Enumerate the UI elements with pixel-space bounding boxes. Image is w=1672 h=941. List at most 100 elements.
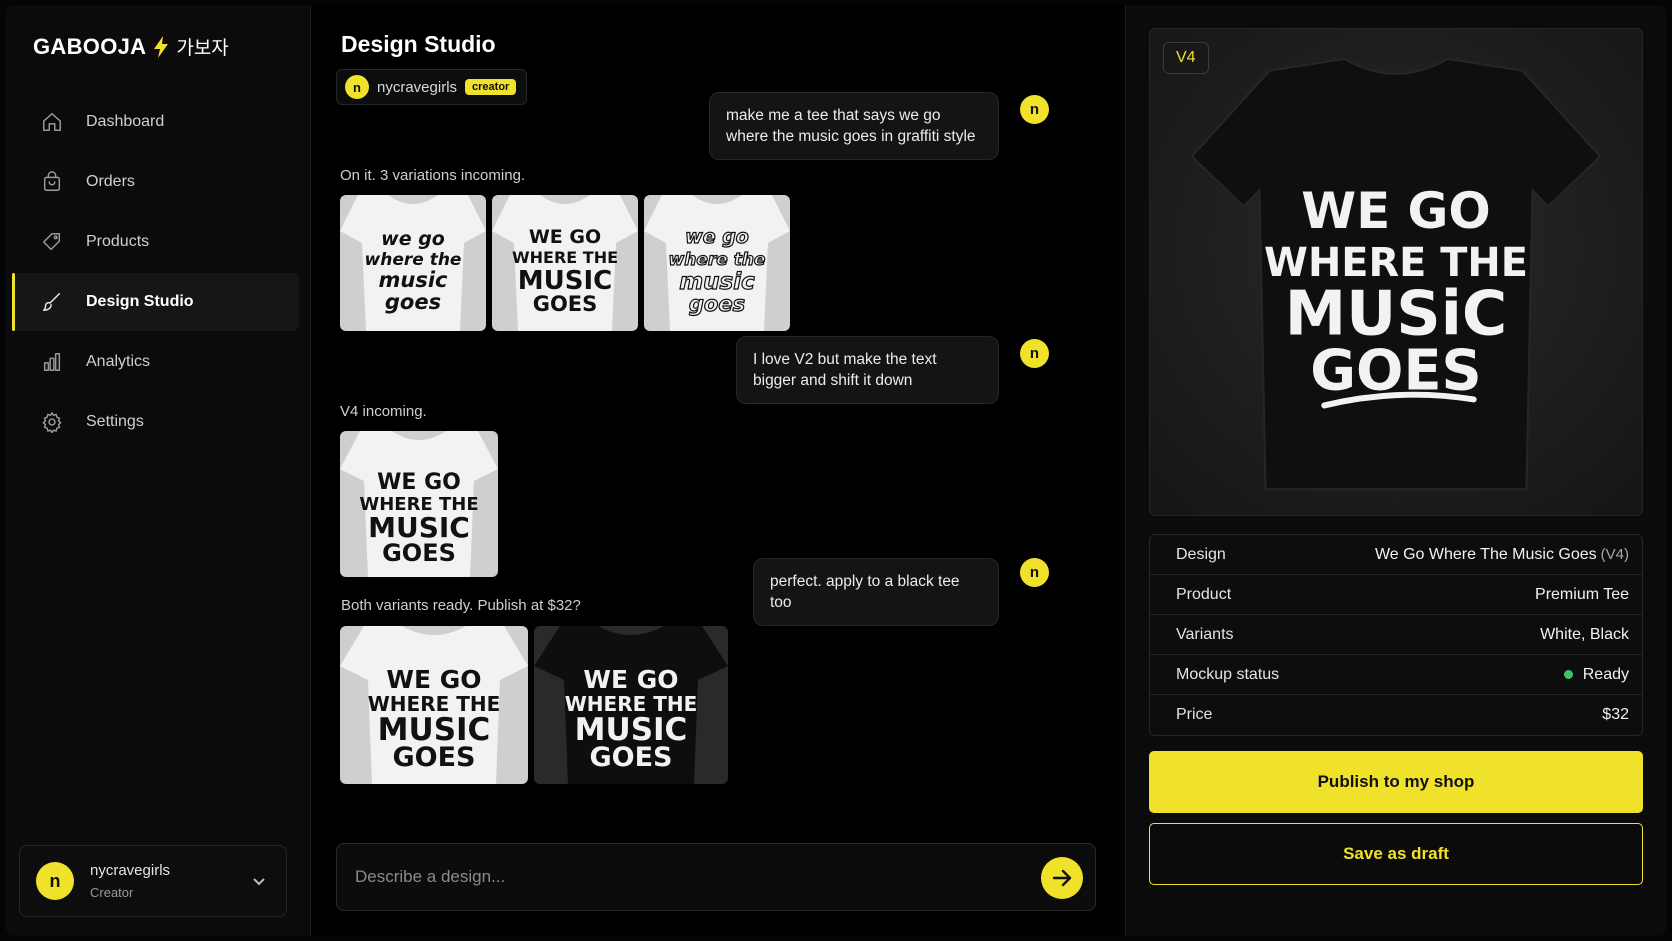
svg-text:GOES: GOES <box>589 742 672 773</box>
black-tee-image: WE GO WHERE THE MUSIC GOES <box>534 626 728 784</box>
version-badge: V4 <box>1163 42 1209 74</box>
white-tee-image: we go where the music goes <box>340 195 486 331</box>
brand-name: GABOOJA <box>33 33 147 59</box>
arrow-right-icon <box>1052 869 1072 887</box>
lightning-bolt-icon <box>154 35 169 58</box>
home-icon <box>40 110 64 134</box>
details-value: Premium Tee <box>1535 585 1629 603</box>
details-key: Price <box>1176 706 1213 723</box>
design-version: (V4) <box>1600 546 1629 563</box>
svg-text:we go: we go <box>381 228 445 250</box>
avatar: n <box>36 862 74 900</box>
sidebar-item-settings[interactable]: Settings <box>12 393 299 451</box>
sidebar-item-analytics[interactable]: Analytics <box>12 333 299 391</box>
sidebar-item-design-studio[interactable]: Design Studio <box>12 273 299 331</box>
svg-text:goes: goes <box>385 290 441 314</box>
details-key: Variants <box>1176 625 1234 643</box>
user-meta: nycravegirls Creator <box>90 862 170 900</box>
send-button[interactable] <box>1041 857 1083 899</box>
sidebar-item-label: Products <box>86 233 150 250</box>
details-row-product: Product Premium Tee <box>1150 575 1642 615</box>
avatar: n <box>1020 558 1049 587</box>
creator-name: nycravegirls <box>377 78 458 96</box>
details-value: Ready <box>1563 665 1629 684</box>
details-key: Mockup status <box>1176 665 1280 683</box>
assistant-message: On it. 3 variations incoming. <box>340 167 526 184</box>
white-tee-image: WE GO WHERE THE MUSIC GOES <box>492 195 638 331</box>
sidebar-item-products[interactable]: Products <box>12 213 299 271</box>
design-thumbnail-v2[interactable]: WE GO WHERE THE MUSIC GOES <box>492 195 638 331</box>
svg-text:WE GO: WE GO <box>583 665 678 694</box>
creator-badge: creator <box>465 79 517 95</box>
describe-design-input[interactable] <box>355 844 995 910</box>
brush-icon <box>40 290 64 314</box>
creator-chip[interactable]: n nycravegirls creator <box>336 69 528 105</box>
avatar: n <box>1020 95 1049 124</box>
svg-text:music: music <box>379 268 449 292</box>
white-tee-image: we go where the music goes <box>644 195 790 331</box>
user-message: perfect. apply to a black tee too <box>753 558 999 626</box>
sidebar: GABOOJA 가보자 Dashboard Orders Products De… <box>5 5 311 936</box>
svg-text:where the: where the <box>669 250 766 270</box>
assistant-message: V4 incoming. <box>340 403 427 420</box>
avatar: n <box>1020 339 1049 368</box>
status-badge: Ready <box>1582 665 1629 683</box>
details-row-variants: Variants White, Black <box>1150 615 1642 655</box>
black-tee-mockup-image: WE GO WHERE THE MUSiC GOES <box>1150 29 1642 515</box>
sidebar-item-label: Orders <box>86 173 135 190</box>
white-tee-image: WE GO WHERE THE MUSIC GOES <box>340 626 528 784</box>
sidebar-nav: Dashboard Orders Products Design Studio … <box>12 93 299 453</box>
svg-text:WE GO: WE GO <box>529 226 601 248</box>
svg-text:goes: goes <box>689 292 745 316</box>
avatar: n <box>345 75 369 99</box>
sidebar-item-label: Dashboard <box>86 113 165 130</box>
svg-text:where the: where the <box>365 250 462 270</box>
sidebar-item-label: Settings <box>86 413 144 430</box>
details-value: We Go Where The Music Goes (V4) <box>1375 546 1629 564</box>
design-thumbnail-v1[interactable]: we go where the music goes <box>340 195 486 331</box>
details-key: Design <box>1176 545 1226 563</box>
details-row-price: Price $32 <box>1150 695 1642 735</box>
user-message: make me a tee that says we go where the … <box>709 92 999 160</box>
brand-korean-name: 가보자 <box>176 38 229 59</box>
design-name: We Go Where The Music Goes <box>1374 545 1597 563</box>
tag-icon <box>40 230 64 254</box>
details-row-design: Design We Go Where The Music Goes (V4) <box>1150 535 1642 575</box>
status-dot-icon <box>1563 670 1573 679</box>
chat-composer <box>336 843 1096 911</box>
mockup-preview: WE GO WHERE THE MUSiC GOES V4 <box>1149 28 1643 516</box>
sidebar-item-label: Analytics <box>86 353 151 370</box>
details-key: Product <box>1176 585 1232 603</box>
design-line: WE GO <box>1301 182 1490 240</box>
details-value: $32 <box>1602 706 1629 723</box>
preview-panel: WE GO WHERE THE MUSiC GOES V4 Design We … <box>1125 5 1667 936</box>
details-row-mockup-status: Mockup status Ready <box>1150 655 1642 695</box>
brand-logo[interactable]: GABOOJA 가보자 <box>33 33 229 60</box>
design-thumbnail-black[interactable]: WE GO WHERE THE MUSIC GOES <box>534 626 728 784</box>
design-thumbnail-white[interactable]: WE GO WHERE THE MUSIC GOES <box>340 626 528 784</box>
save-draft-button[interactable]: Save as draft <box>1149 823 1643 885</box>
svg-text:WE GO: WE GO <box>386 665 481 694</box>
assistant-message: Both variants ready. Publish at $32? <box>341 597 581 614</box>
svg-text:GOES: GOES <box>382 539 456 567</box>
details-value: White, Black <box>1540 625 1629 643</box>
sidebar-item-orders[interactable]: Orders <box>12 153 299 211</box>
sidebar-item-dashboard[interactable]: Dashboard <box>12 93 299 151</box>
svg-text:WHERE THE: WHERE THE <box>512 248 618 267</box>
user-role: Creator <box>90 885 134 900</box>
gear-icon <box>40 410 64 434</box>
bag-icon <box>40 170 64 194</box>
user-name: nycravegirls <box>90 862 171 879</box>
user-message: I love V2 but make the text bigger and s… <box>736 336 999 404</box>
svg-text:we go: we go <box>685 226 749 248</box>
design-thumbnail-v3[interactable]: we go where the music goes <box>644 195 790 331</box>
svg-text:WE GO: WE GO <box>377 470 461 495</box>
svg-text:GOES: GOES <box>392 742 475 773</box>
design-thumbnail-v4[interactable]: WE GO WHERE THE MUSIC GOES <box>340 431 498 577</box>
svg-text:GOES: GOES <box>533 292 598 316</box>
user-account-menu[interactable]: n nycravegirls Creator <box>19 845 287 917</box>
design-details-table: Design We Go Where The Music Goes (V4) P… <box>1149 534 1643 736</box>
publish-button[interactable]: Publish to my shop <box>1149 751 1643 813</box>
chevron-down-icon[interactable] <box>250 872 268 890</box>
bar-chart-icon <box>40 350 64 374</box>
